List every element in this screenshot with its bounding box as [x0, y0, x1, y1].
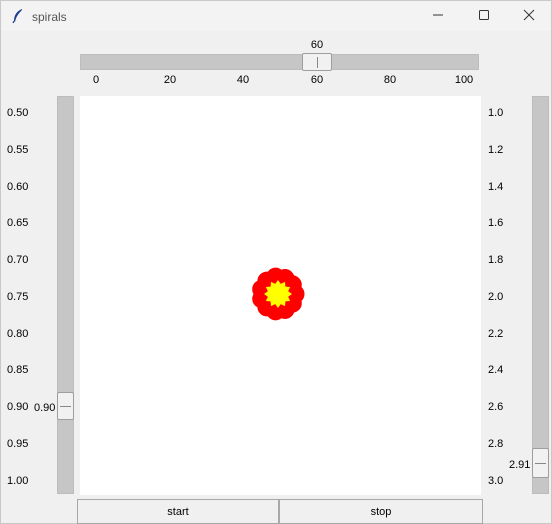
maximize-button[interactable] [461, 1, 507, 31]
top-scale-value: 60 [310, 39, 324, 51]
left-scale-tick: 0.80 [7, 328, 29, 340]
right-scale-trough[interactable] [532, 96, 549, 494]
right-scale-tick: 2.2 [488, 328, 504, 340]
right-scale-tick: 2.4 [488, 364, 504, 376]
right-scale-tick: 1.0 [488, 107, 504, 119]
left-scale-trough[interactable] [57, 96, 74, 494]
left-scale-tick: 0.75 [7, 291, 29, 303]
left-scale-thumb[interactable] [57, 392, 74, 420]
left-scale-tick: 0.85 [7, 364, 29, 376]
right-scale-tick: 1.6 [488, 217, 504, 229]
right-scale-tick: 1.4 [488, 181, 504, 193]
right-scale-thumb[interactable] [532, 448, 549, 478]
right-scale-value: 2.91 [509, 459, 531, 471]
left-scale-tick: 0.65 [7, 217, 29, 229]
left-scale-tick: 0.90 [7, 401, 29, 413]
top-scale-trough[interactable] [80, 54, 479, 70]
close-icon [523, 9, 535, 24]
right-scale-tick: 1.8 [488, 254, 504, 266]
start-button[interactable]: start [77, 499, 279, 524]
right-scale-tick: 2.8 [488, 438, 504, 450]
right-scale-tick: 1.2 [488, 144, 504, 156]
top-scale-tick: 40 [236, 74, 250, 86]
right-scale-tick: 2.6 [488, 401, 504, 413]
spiral-flower [252, 267, 305, 321]
window-title: spirals [32, 10, 67, 24]
top-scale-tick: 100 [454, 74, 474, 86]
top-scale-tick: 60 [310, 74, 324, 86]
left-scale-tick: 0.95 [7, 438, 29, 450]
maximize-icon [478, 9, 490, 24]
right-scale-tick: 2.0 [488, 291, 504, 303]
minimize-icon [432, 9, 444, 24]
top-scale-tick: 0 [92, 74, 100, 86]
left-scale-tick: 0.50 [7, 107, 29, 119]
spirals-window: spirals 60 0 20 40 60 80 100 0.50 0.55 0… [0, 0, 552, 524]
left-scale-tick: 0.55 [7, 144, 29, 156]
title-bar[interactable]: spirals [1, 1, 551, 31]
left-scale-tick: 0.60 [7, 181, 29, 193]
spiral-drawing [252, 267, 305, 321]
feather-icon [11, 8, 25, 24]
top-scale-thumb[interactable] [302, 53, 332, 71]
left-scale-tick: 0.70 [7, 254, 29, 266]
top-scale-tick: 20 [163, 74, 177, 86]
top-scale-tick: 80 [383, 74, 397, 86]
close-button[interactable] [506, 1, 552, 31]
minimize-button[interactable] [415, 1, 461, 31]
right-scale-tick: 3.0 [488, 475, 504, 487]
spiral-canvas[interactable] [80, 96, 481, 495]
stop-button[interactable]: stop [279, 499, 483, 524]
left-scale-value: 0.90 [34, 402, 56, 414]
left-scale-tick: 1.00 [7, 475, 29, 487]
